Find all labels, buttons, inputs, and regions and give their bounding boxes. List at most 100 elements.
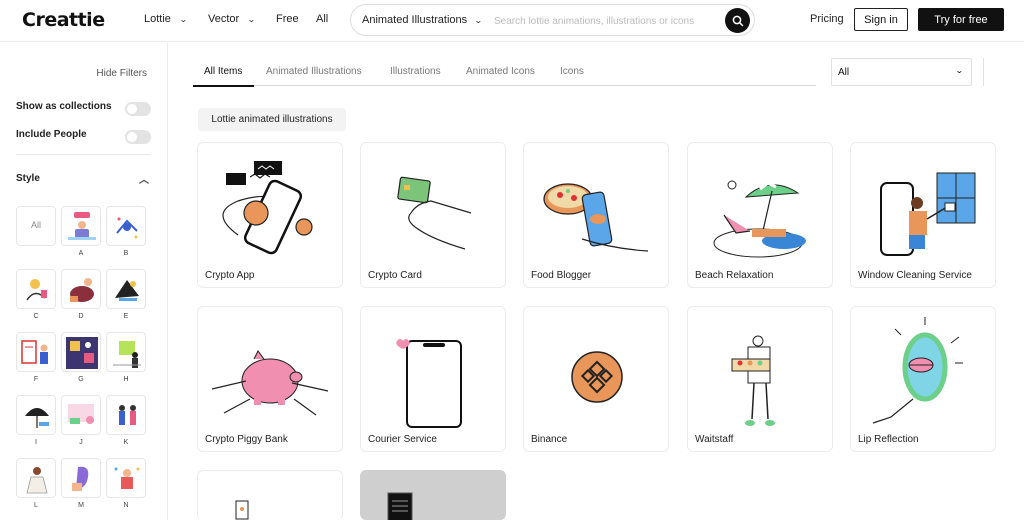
nav-lottie-label: Lottie [144, 13, 171, 25]
search-type-label: Animated Illustrations [362, 14, 468, 26]
style-swatch-n[interactable] [106, 458, 146, 498]
style-g-label: G [78, 376, 84, 383]
nav-vector[interactable]: Vector ⌄ [208, 13, 256, 25]
waitstaff-illustration-icon [731, 335, 775, 426]
style-m-thumbnail-icon [72, 466, 89, 491]
tab-icons[interactable]: Icons [560, 66, 584, 77]
style-c-label: C [33, 313, 39, 320]
card-waitstaff[interactable]: Waitstaff [687, 306, 833, 452]
card-partial-1[interactable] [197, 470, 343, 520]
style-section-header[interactable]: Style ︿ [16, 173, 151, 186]
active-tab-indicator [193, 85, 254, 87]
nav-free-label: Free [276, 13, 299, 25]
style-swatch-c[interactable] [16, 269, 56, 309]
card-title: Crypto Piggy Bank [205, 434, 288, 445]
nav-all[interactable]: All [316, 13, 328, 25]
style-b-thumbnail-icon [116, 217, 138, 239]
style-swatch-m[interactable] [61, 458, 101, 498]
style-d-label: D [78, 313, 84, 320]
card-beach-relaxation[interactable]: Beach Relaxation [687, 142, 833, 288]
style-k-label: K [123, 439, 129, 446]
search-type-dropdown[interactable]: Animated Illustrations ⌄ [362, 14, 483, 26]
style-swatch-h[interactable] [106, 332, 146, 372]
nav-free[interactable]: Free [276, 13, 299, 25]
try-for-free-button[interactable]: Try for free [918, 8, 1004, 31]
card-title: Beach Relaxation [695, 270, 774, 281]
logo[interactable]: Creattie [22, 9, 105, 31]
filters-sidebar: Hide Filters Show as collections Include… [0, 43, 168, 520]
card-partial-2[interactable] [360, 470, 506, 520]
search-bar: Animated Illustrations ⌄ [350, 4, 755, 36]
courier-service-illustration-icon [396, 339, 462, 428]
card-title: Waitstaff [695, 434, 734, 445]
card-window-cleaning-service[interactable]: Window Cleaning Service [850, 142, 996, 288]
card-title: Binance [531, 434, 568, 445]
card-title: Courier Service [368, 434, 437, 445]
style-g-thumbnail-icon [66, 337, 98, 369]
style-swatch-l[interactable] [16, 458, 56, 498]
style-l-thumbnail-icon [26, 467, 48, 494]
style-j-thumbnail-icon [68, 404, 94, 424]
style-swatch-k[interactable] [106, 395, 146, 435]
nav-lottie[interactable]: Lottie ⌄ [144, 13, 188, 25]
filter-select-value: All [838, 67, 850, 78]
include-people-option: Include People [16, 129, 151, 145]
style-k-thumbnail-icon [119, 405, 136, 425]
style-m-label: M [78, 502, 84, 509]
card-crypto-piggy-bank[interactable]: Crypto Piggy Bank [197, 306, 343, 452]
sign-in-button[interactable]: Sign in [854, 8, 908, 31]
card-crypto-card[interactable]: Crypto Card [360, 142, 506, 288]
binance-coin-illustration-icon [571, 351, 623, 403]
style-h-thumbnail-icon [113, 341, 141, 368]
style-swatch-e[interactable] [106, 269, 146, 309]
card-lip-reflection[interactable]: Lip Reflection [850, 306, 996, 452]
card-crypto-app[interactable]: Crypto App [197, 142, 343, 288]
beach-relaxation-illustration-icon [713, 180, 806, 258]
nav-all-label: All [316, 13, 329, 25]
search-input[interactable] [494, 12, 719, 30]
tab-animated-illustrations[interactable]: Animated Illustrations [266, 66, 362, 77]
card-courier-service[interactable]: Courier Service [360, 306, 506, 452]
style-swatch-a[interactable] [61, 206, 101, 246]
style-all[interactable]: All [16, 206, 56, 246]
style-h-label: H [123, 376, 129, 383]
style-j-label: J [79, 439, 83, 446]
style-l-label: L [34, 502, 38, 509]
style-i-thumbnail-icon [25, 408, 49, 428]
tab-animated-icons[interactable]: Animated Icons [466, 66, 535, 77]
card-binance[interactable]: Binance [523, 306, 669, 452]
style-n-label: N [123, 502, 129, 509]
card-food-blogger[interactable]: Food Blogger [523, 142, 669, 288]
style-b-label: B [123, 250, 129, 257]
style-swatch-g[interactable] [61, 332, 101, 372]
hide-filters-button[interactable]: Hide Filters [96, 68, 147, 79]
chevron-down-icon: ⌄ [247, 14, 256, 24]
filter-select[interactable]: All ⌄ [831, 58, 972, 86]
style-all-label: All [30, 220, 41, 230]
include-people-toggle[interactable] [125, 130, 151, 144]
style-swatch-d[interactable] [61, 269, 101, 309]
tab-all-items[interactable]: All Items [204, 66, 242, 77]
style-f-thumbnail-icon [21, 340, 48, 364]
nav-vector-label: Vector [208, 13, 240, 25]
search-button[interactable] [725, 8, 750, 33]
style-swatch-i[interactable] [16, 395, 56, 435]
search-icon [732, 15, 743, 26]
window-cleaning-illustration-icon [880, 172, 976, 256]
chevron-down-icon: ⌄ [178, 14, 188, 24]
lottie-animated-illustrations-chip[interactable]: Lottie animated illustrations [198, 108, 346, 131]
divider [983, 58, 984, 86]
card-title: Food Blogger [531, 270, 592, 281]
style-swatch-f[interactable] [16, 332, 56, 372]
style-swatch-j[interactable] [61, 395, 101, 435]
style-c-thumbnail-icon [26, 279, 47, 301]
style-swatch-b[interactable] [106, 206, 146, 246]
crypto-card-illustration-icon [397, 176, 472, 250]
show-collections-toggle[interactable] [125, 102, 151, 116]
style-heading: Style [16, 173, 40, 184]
style-a-thumbnail-icon [68, 212, 96, 240]
pricing-link[interactable]: Pricing [810, 13, 844, 25]
tab-illustrations[interactable]: Illustrations [390, 66, 441, 77]
lip-reflection-illustration-icon [872, 317, 963, 424]
chevron-down-icon: ⌄ [955, 66, 965, 75]
